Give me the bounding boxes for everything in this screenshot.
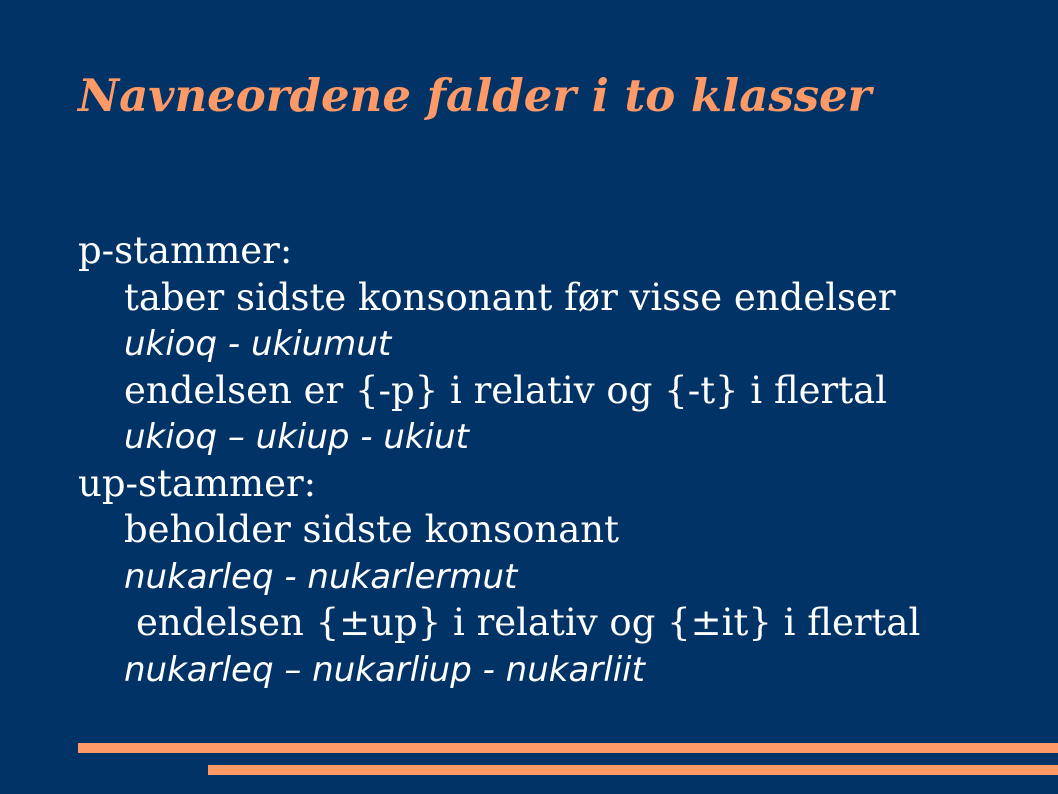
slide: Navneordene falder i to klasser p-stamme… <box>0 0 1058 794</box>
rule-text: beholder sidste konsonant <box>124 508 619 551</box>
example-text: nukarleq – nukarliup - nukarliit <box>124 649 645 690</box>
slide-body: p-stammer: taber sidste konsonant før vi… <box>78 228 1038 693</box>
heading-p-stammer: p-stammer: <box>78 229 293 272</box>
slide-title: Navneordene falder i to klasser <box>78 69 872 122</box>
rule-text: endelsen er {-p} i relativ og {-t} i fle… <box>124 368 887 412</box>
example-text: nukarleq - nukarlermut <box>124 556 518 597</box>
rule-text: endelsen {±up} i relativ og {±it} i fler… <box>136 601 921 644</box>
example-text: ukioq - ukiumut <box>124 324 392 364</box>
heading-up-stammer: up-stammer: <box>78 461 317 505</box>
rule-text: taber sidste konsonant før visse endelse… <box>124 275 896 319</box>
decorative-bar-top <box>78 743 1058 753</box>
decorative-bar-bottom <box>208 765 1058 775</box>
example-text: ukioq – ukiup - ukiut <box>124 417 469 457</box>
